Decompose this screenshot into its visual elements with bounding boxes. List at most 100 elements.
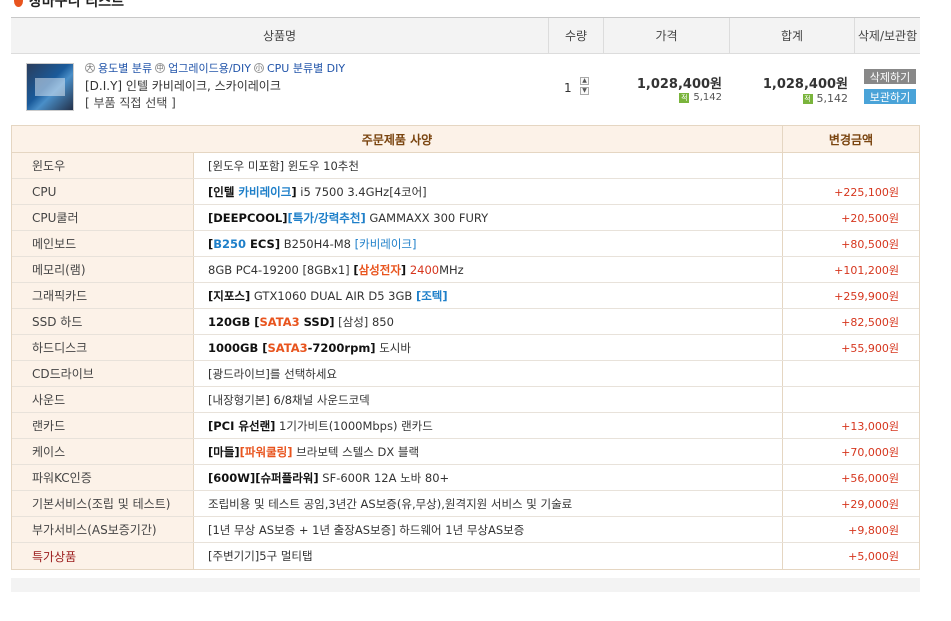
spec-category: CD드라이브	[12, 361, 194, 386]
spec-category: 특가상품	[12, 543, 194, 569]
spec-category: 윈도우	[12, 153, 194, 178]
spec-description: [광드라이브]를 선택하세요	[194, 361, 783, 386]
spec-description-part: ECS]	[246, 236, 281, 251]
spec-price-change: +259,900원	[834, 289, 899, 303]
spec-description-part: MHz	[439, 262, 464, 277]
quantity-stepper[interactable]: ▲ ▼	[580, 77, 591, 99]
spec-row: 그래픽카드 [지포스] GTX1060 DUAL AIR D5 3GB [조텍] +…	[12, 283, 919, 309]
cart-item-row: 大 용도별 분류 中 업그레이드용/DIY 小 CPU 분류별 DIY [D.I…	[11, 55, 920, 121]
spec-description-part: 삼성전자	[358, 262, 401, 277]
category-large-icon: 大	[85, 63, 95, 73]
spec-description-part: 1기가비트(1000Mbps) 랜카드	[275, 418, 433, 433]
spec-price-change: +55,900원	[841, 341, 899, 355]
points-icon: 적	[679, 92, 690, 103]
product-thumbnail[interactable]	[26, 63, 74, 111]
spec-category: 부가서비스(AS보증기간)	[12, 517, 194, 542]
spec-description-part: [PCI 유선랜]	[208, 418, 276, 433]
spec-description-part: [광드라이브]를 선택하세요	[208, 366, 338, 381]
spec-price-change: +5,000원	[848, 550, 899, 563]
spec-description-part: B250	[213, 236, 247, 251]
spec-category: 랜카드	[12, 413, 194, 438]
category-large-link[interactable]: 용도별 분류	[98, 60, 152, 76]
unit-price: 1,028,400원	[636, 77, 722, 92]
header-product-name: 상품명	[11, 18, 549, 53]
product-name[interactable]: [D.I.Y] 인텔 카비레이크, 스카이레이크	[85, 77, 545, 93]
category-medium-link[interactable]: 업그레이드용/DIY	[168, 60, 251, 76]
spec-description: [내장형기본] 6/8채널 사운드코덱	[194, 387, 783, 412]
spec-row: 케이스 [마들] [파워쿨링] 브라보텍 스텔스 DX 블랙 +70,000원	[12, 439, 919, 465]
spec-description-part: [파워쿨링]	[239, 444, 293, 459]
spec-category: 사운드	[12, 387, 194, 412]
spec-description: [600W][슈퍼플라워] SF-600R 12A 노바 80+	[194, 465, 783, 490]
title-bullet-icon	[14, 0, 23, 7]
spec-description-part: 8GB PC4-19200 [8GBx1]	[208, 262, 354, 277]
keep-button[interactable]: 보관하기	[864, 89, 916, 104]
spec-price-change: +82,500원	[841, 315, 899, 329]
spec-description-part: GAMMAXX 300 FURY	[365, 210, 489, 225]
spec-description-part: [삼성] 850	[334, 314, 394, 329]
price-points-value: 5,142	[693, 92, 722, 103]
spec-category: CPU	[12, 179, 194, 204]
cart-header: 상품명 수량 가격 합계 삭제/보관함	[11, 17, 920, 54]
category-small-icon: 小	[253, 63, 264, 73]
total-price: 1,028,400원	[762, 77, 848, 92]
spec-description: [인텔 카비레이크] i5 7500 3.4GHz[4코어]	[194, 179, 783, 204]
spec-description-part: 1000GB [	[208, 340, 268, 355]
spec-category: 메인보드	[12, 231, 194, 256]
spec-description-part: SATA3	[267, 340, 308, 355]
product-info: 大 용도별 분류 中 업그레이드용/DIY 小 CPU 분류별 DIY [D.I…	[85, 61, 545, 110]
spec-price-change	[783, 361, 919, 386]
spec-price-change	[783, 387, 919, 412]
spec-price-change: +29,000원	[841, 497, 899, 511]
spec-price-change: +9,800원	[848, 523, 899, 537]
spec-description: 조립비용 및 테스트 공임,3년간 AS보증(유,무상),원격지원 서비스 및 …	[194, 491, 783, 516]
page-title-text: 장바구니 리스트	[29, 0, 125, 10]
spec-category: 그래픽카드	[12, 283, 194, 308]
spec-description: [DEEPCOOL] [특가/강력추천] GAMMAXX 300 FURY	[194, 205, 783, 230]
spec-header-price: 변경금액	[828, 132, 874, 147]
spec-price-change	[783, 153, 919, 178]
spec-price-change: +20,500원	[841, 211, 899, 225]
spec-header-main: 주문제품 사양	[12, 126, 783, 152]
spec-description-part: i5 7500 3.4GHz[4코어]	[296, 184, 427, 199]
spec-description-part: [인텔	[208, 184, 239, 199]
qty-down-icon[interactable]: ▼	[580, 87, 589, 95]
category-medium-icon: 中	[155, 63, 166, 73]
spec-description-part: [윈도우 미포함] 윈도우 10추천	[208, 158, 359, 173]
spec-description-part: [600W][슈퍼플라워]	[208, 470, 319, 485]
direct-select-link[interactable]: [ 부품 직접 선택 ]	[85, 94, 545, 110]
spec-row: 특가상품 [주변기기]5구 멀티탭 +5,000원	[12, 543, 919, 569]
spec-description-part: GTX1060 DUAL AIR D5 3GB	[250, 288, 416, 303]
spec-description-part: 도시바	[375, 340, 411, 355]
qty-up-icon[interactable]: ▲	[580, 77, 589, 85]
spec-description-part: [주변기기]5구 멀티탭	[208, 549, 313, 563]
delete-button[interactable]: 삭제하기	[864, 69, 916, 84]
spec-price-change: +56,000원	[841, 471, 899, 485]
spec-price-change: +70,000원	[841, 445, 899, 459]
spec-description-part: 조립비용 및 테스트 공임,3년간 AS보증(유,무상),원격지원 서비스 및 …	[208, 496, 573, 511]
spec-description-part: [1년 무상 AS보증 + 1년 출장AS보증] 하드웨어 1년 무상AS보증	[208, 522, 525, 537]
spec-description-part: [DEEPCOOL]	[208, 210, 288, 225]
points-icon: 적	[802, 93, 813, 104]
category-small-link[interactable]: CPU 분류별 DIY	[267, 60, 345, 76]
spec-category: 하드디스크	[12, 335, 194, 360]
spec-description-part: [특가/강력추천]	[287, 210, 366, 225]
spec-rows: 윈도우 [윈도우 미포함] 윈도우 10추천 CPU [인텔 카비레이크] i5 75…	[12, 153, 919, 569]
spec-description-part: [지포스]	[208, 288, 251, 303]
spec-description: [주변기기]5구 멀티탭	[194, 543, 783, 569]
price-points: 적 5,142	[679, 92, 722, 103]
spec-row: 윈도우 [윈도우 미포함] 윈도우 10추천	[12, 153, 919, 179]
spec-description: 120GB [SATA3 SSD] [삼성] 850	[194, 309, 783, 334]
spec-category: 파워KC인증	[12, 465, 194, 490]
spec-category: 메모리(램)	[12, 257, 194, 282]
spec-description: [B250 ECS] B250H4-M8 [카비레이크]	[194, 231, 783, 256]
spec-row: SSD 하드 120GB [SATA3 SSD] [삼성] 850 +82,500원	[12, 309, 919, 335]
spec-description: [마들] [파워쿨링] 브라보텍 스텔스 DX 블랙	[194, 439, 783, 464]
category-breadcrumb: 大 용도별 분류 中 업그레이드용/DIY 小 CPU 분류별 DIY	[85, 61, 545, 75]
header-total: 합계	[730, 18, 855, 53]
spec-category: 기본서비스(조립 및 테스트)	[12, 491, 194, 516]
spec-row: CD드라이브 [광드라이브]를 선택하세요	[12, 361, 919, 387]
spec-description-part: [조텍]	[415, 288, 448, 303]
page-title: 장바구니 리스트	[14, 0, 124, 10]
spec-price-change: +80,500원	[841, 237, 899, 251]
